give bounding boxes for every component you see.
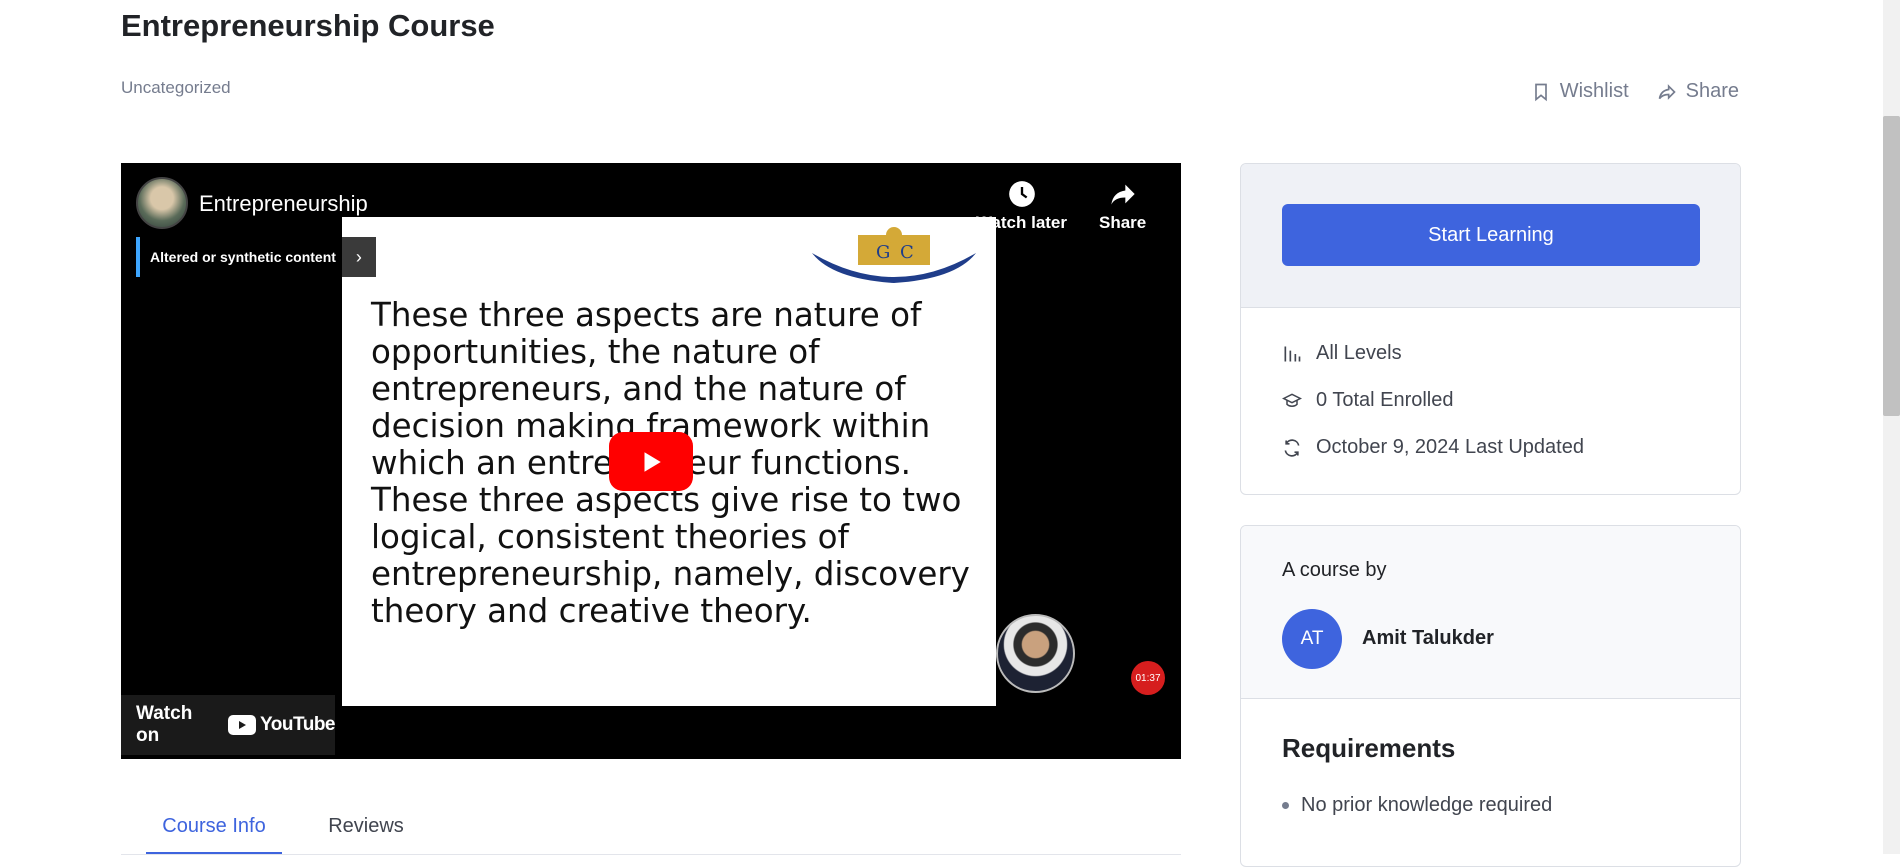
watch-later-button[interactable]: Watch later [976, 179, 1067, 233]
start-learning-button[interactable]: Start Learning [1282, 204, 1700, 266]
recording-timer: 01:37 [1131, 661, 1165, 695]
graduation-cap-icon [1282, 392, 1302, 407]
play-icon [644, 451, 661, 472]
svg-text:G: G [876, 242, 890, 263]
video-share-label: Share [1099, 213, 1147, 232]
requirement-item: No prior knowledge required [1282, 794, 1552, 817]
requirements-title: Requirements [1282, 733, 1456, 763]
enroll-card: Start Learning All Levels 0 Total Enroll… [1240, 163, 1741, 495]
share-button[interactable]: Share [1657, 80, 1739, 103]
author-name[interactable]: Amit Talukder [1362, 627, 1494, 650]
youtube-logo: YouTube [228, 714, 335, 736]
refresh-icon [1284, 438, 1300, 457]
synthetic-content-label: Altered or synthetic content [140, 237, 342, 277]
video-share-button[interactable]: Share [1099, 179, 1146, 233]
level-text: All Levels [1316, 342, 1402, 364]
course-tabs: Course Info Reviews [121, 800, 1181, 855]
video-title[interactable]: Entrepreneurship [199, 191, 368, 217]
author-card: A course by AT Amit Talukder Requirement… [1240, 525, 1741, 867]
course-title: Entrepreneurship Course [121, 8, 495, 43]
wishlist-label: Wishlist [1559, 80, 1629, 102]
course-by-label: A course by [1282, 559, 1387, 581]
meta-updated: October 9, 2024 Last Updated [1282, 436, 1584, 459]
tab-reviews[interactable]: Reviews [306, 800, 426, 852]
youtube-wordmark: YouTube [260, 714, 335, 735]
bullet-icon [1282, 802, 1289, 809]
tab-course-info[interactable]: Course Info [146, 800, 282, 854]
levels-icon [1284, 346, 1301, 361]
course-category[interactable]: Uncategorized [121, 78, 231, 98]
scrollbar-thumb[interactable] [1883, 116, 1900, 416]
updated-text: October 9, 2024 Last Updated [1316, 436, 1584, 458]
speaker-thumbnail [996, 614, 1075, 693]
requirement-text: No prior knowledge required [1301, 794, 1553, 816]
share-icon [1658, 83, 1676, 100]
svg-text:C: C [900, 242, 914, 263]
video-player[interactable]: G C These three aspects are nature of op… [121, 163, 1181, 759]
college-logo-icon: G C [812, 227, 976, 283]
enrolled-text: 0 Total Enrolled [1316, 389, 1454, 411]
watch-later-label: Watch later [976, 213, 1068, 232]
meta-enrolled: 0 Total Enrolled [1282, 389, 1454, 412]
course-actions: Wishlist Share [1531, 80, 1739, 103]
share-arrow-icon [1108, 179, 1138, 209]
watch-on-youtube-link[interactable]: Watch on YouTube [121, 695, 335, 755]
youtube-play-icon [228, 715, 257, 735]
bookmark-icon [1534, 83, 1547, 101]
author-avatar[interactable]: AT [1282, 609, 1342, 669]
synthetic-content-notice[interactable]: Altered or synthetic content › [136, 237, 376, 277]
chevron-right-icon[interactable]: › [341, 237, 376, 277]
watch-on-label: Watch on [136, 703, 193, 746]
clock-icon [1007, 179, 1037, 209]
wishlist-button[interactable]: Wishlist [1531, 80, 1629, 103]
channel-avatar[interactable] [136, 177, 188, 229]
play-button[interactable] [609, 432, 693, 491]
meta-level: All Levels [1282, 342, 1402, 365]
share-label: Share [1685, 80, 1739, 102]
